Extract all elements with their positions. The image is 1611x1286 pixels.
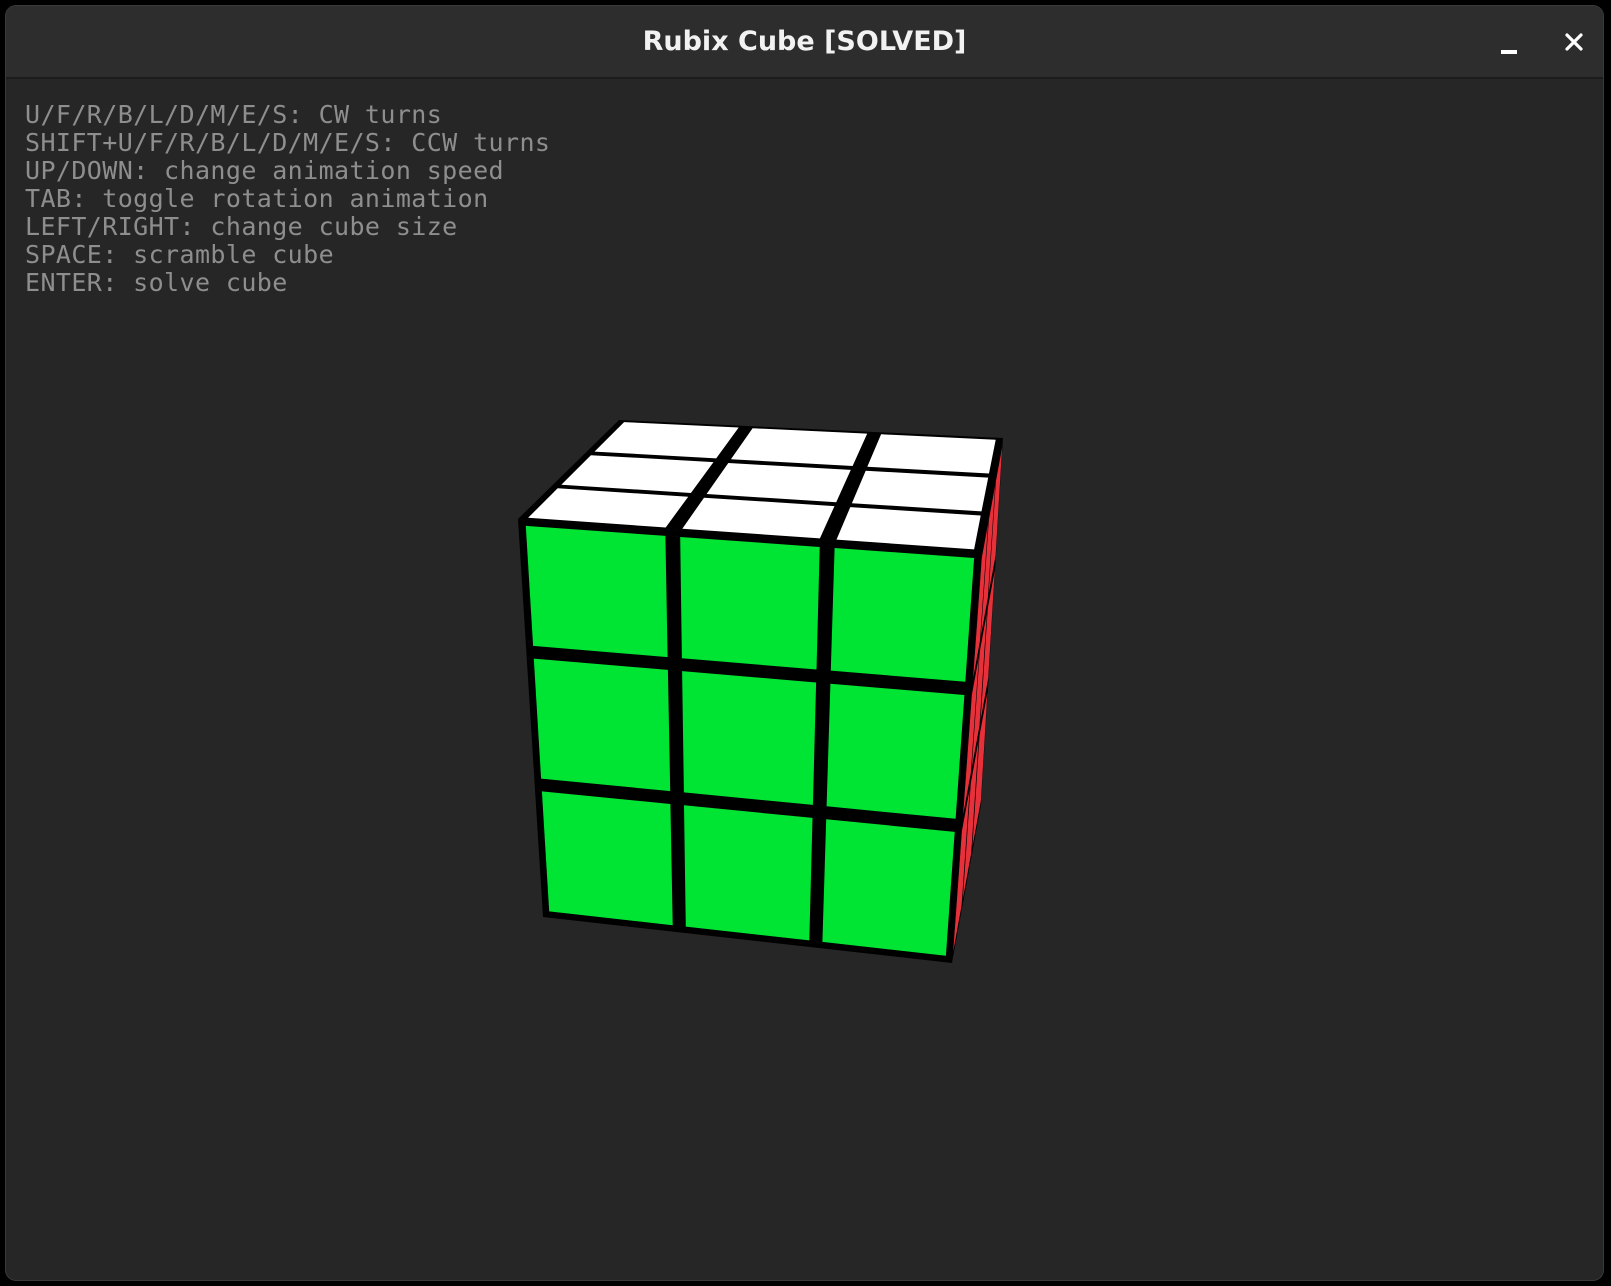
front-sticker bbox=[680, 537, 820, 670]
window-title: Rubix Cube [SOLVED] bbox=[642, 26, 967, 57]
front-sticker bbox=[826, 683, 965, 819]
close-button[interactable] bbox=[1554, 22, 1594, 62]
front-sticker bbox=[684, 805, 813, 941]
front-sticker bbox=[533, 658, 671, 792]
app-window: Rubix Cube [SOLVED] U/F/R/B/L/D/M/E/S: C… bbox=[6, 6, 1603, 1280]
front-sticker bbox=[525, 525, 668, 658]
render-viewport[interactable]: U/F/R/B/L/D/M/E/S: CW turns SHIFT+U/F/R/… bbox=[6, 79, 1603, 1280]
front-sticker bbox=[822, 819, 955, 956]
top-sticker bbox=[730, 428, 868, 466]
top-sticker bbox=[867, 434, 996, 474]
front-sticker bbox=[682, 671, 817, 805]
minimize-button[interactable] bbox=[1489, 22, 1529, 62]
rubiks-cube bbox=[518, 420, 1003, 963]
title-bar[interactable]: Rubix Cube [SOLVED] bbox=[6, 6, 1603, 79]
close-icon bbox=[1565, 33, 1583, 51]
front-sticker bbox=[830, 548, 975, 682]
front-sticker bbox=[541, 791, 673, 926]
minimize-icon bbox=[1501, 50, 1517, 54]
